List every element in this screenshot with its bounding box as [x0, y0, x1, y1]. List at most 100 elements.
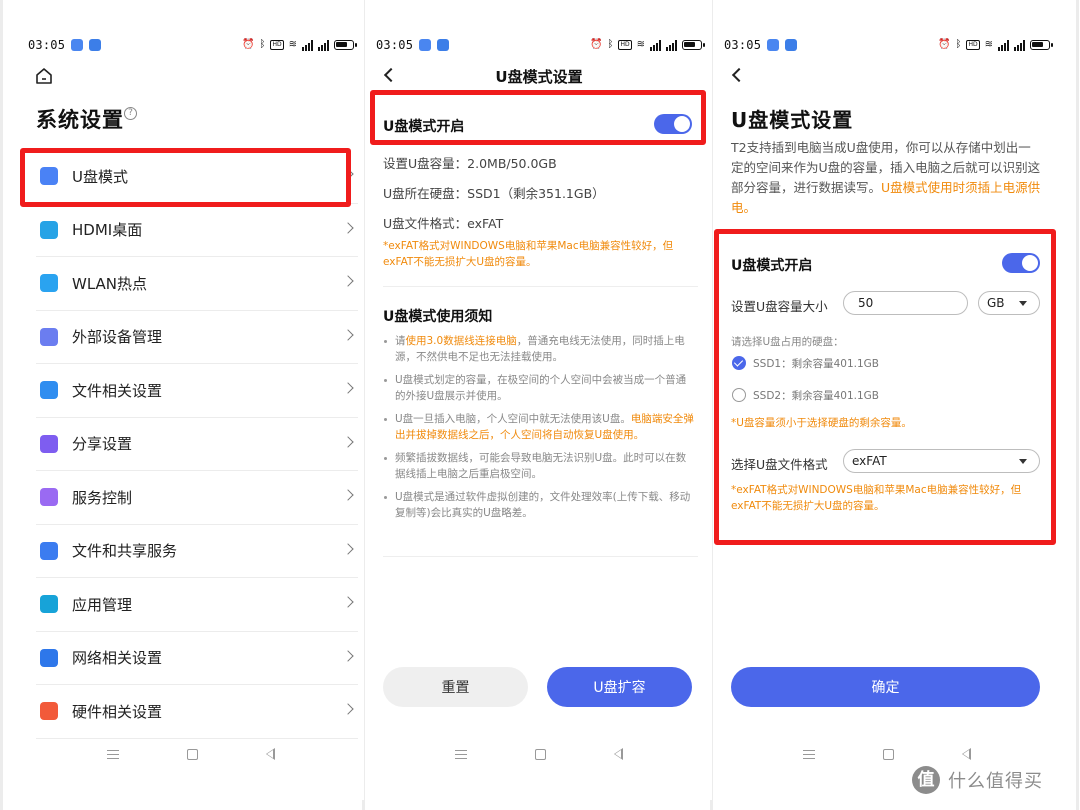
page-title: U盘模式设置: [731, 108, 854, 132]
menu-item-label: HDMI桌面: [72, 221, 143, 240]
status-bar: 03:05 ⏰ ᛒ HD ≋: [724, 36, 1053, 54]
nav-back-icon[interactable]: [266, 748, 275, 760]
signal-icon: [650, 39, 661, 51]
notice-item: U盘一旦插入电脑，个人空间中就无法使用该U盘。电脑端安全弹出并拔掉数据线之后，个…: [383, 412, 695, 443]
battery-icon: [682, 40, 705, 50]
alarm-icon: ⏰: [242, 39, 255, 50]
usb-mode-toggle[interactable]: [654, 114, 692, 134]
recent-apps-icon[interactable]: [107, 749, 119, 759]
format-info: U盘文件格式：exFAT: [383, 216, 504, 231]
menu-item-label: 分享设置: [72, 435, 133, 454]
back-arrow-icon[interactable]: [731, 67, 747, 83]
menu-item[interactable]: 服务控制: [36, 471, 358, 525]
disk-radio-ssd1[interactable]: [732, 356, 746, 370]
usb-mode-toggle-label: U盘模式开启: [383, 119, 465, 135]
menu-item[interactable]: HDMI桌面: [36, 204, 358, 257]
capacity-size-value: 50: [858, 296, 874, 310]
signal-icon: [318, 39, 329, 51]
alarm-icon: ⏰: [938, 39, 951, 50]
watermark-text: 什么值得买: [948, 771, 1043, 792]
battery-icon: [334, 40, 357, 50]
chevron-right-icon: [342, 650, 354, 662]
nav-home-icon[interactable]: [535, 748, 546, 760]
menu-item[interactable]: 网络相关设置: [36, 632, 358, 685]
toggle-service-icon: [40, 488, 58, 507]
hd-icon: HD: [270, 40, 284, 50]
home-icon[interactable]: [34, 66, 54, 86]
navigation-bar: [18, 744, 364, 764]
chevron-right-icon: [342, 329, 354, 341]
menu-item[interactable]: U盘模式: [36, 150, 358, 204]
chevron-right-icon: [342, 275, 354, 287]
notice-item: U盘模式是通过软件虚拟创建的，文件处理效率(上传下载、移动复制等)会比真实的U盘…: [383, 490, 695, 521]
recent-apps-icon[interactable]: [455, 749, 467, 759]
wifi-icon: ≋: [288, 39, 297, 50]
divider: [383, 556, 698, 557]
devices-icon: [40, 327, 58, 346]
menu-item[interactable]: 文件和共享服务: [36, 525, 358, 578]
battery-icon: [1030, 40, 1053, 50]
menu-item[interactable]: 硬件相关设置: [36, 685, 358, 739]
menu-item-label: WLAN热点: [72, 274, 148, 293]
capacity-unit-select[interactable]: GB: [978, 291, 1040, 315]
notification-app-icon: [785, 39, 798, 51]
menu-item[interactable]: WLAN热点: [36, 257, 358, 311]
confirm-button[interactable]: 确定: [731, 667, 1040, 707]
page-title: U盘模式设置: [495, 68, 583, 86]
disk-info: U盘所在硬盘：SSD1（剩余351.1GB）: [383, 186, 605, 201]
usb-mode-setup-screen: 03:05 ⏰ ᛒ HD ≋ U盘模式设置 T2支持插到电脑当成U盘使用，你可以…: [714, 0, 1060, 800]
share-icon: [40, 434, 58, 453]
notification-app-icon: [89, 39, 102, 51]
hardware-grid-icon: [40, 702, 58, 721]
status-time: 03:05: [28, 38, 66, 52]
usb-mode-description: T2支持插到电脑当成U盘使用，你可以从存储中划出一定的空间来作为U盘的容量，插入…: [731, 138, 1043, 218]
nav-home-icon[interactable]: [187, 748, 198, 760]
notice-list: 请使用3.0数据线连接电脑，普通充电线无法使用，同时插上电源，不然供电不足也无法…: [383, 334, 695, 529]
settings-menu: U盘模式 HDMI桌面 WLAN热点外部设备管理 文件相关设置分享设置服务控制 文件和共…: [36, 150, 358, 739]
reset-button[interactable]: 重置: [383, 667, 528, 707]
question-circle-icon[interactable]: ?: [124, 107, 137, 120]
bluetooth-icon: ᛒ: [955, 39, 962, 50]
chevron-right-icon: [342, 703, 354, 715]
nav-back-icon[interactable]: [962, 748, 971, 760]
notice-title: U盘模式使用须知: [383, 309, 493, 325]
capacity-size-label: 设置U盘容量大小: [731, 299, 828, 314]
usb-mode-toggle[interactable]: [1002, 253, 1040, 273]
chevron-right-icon: [342, 596, 354, 608]
capacity-size-input[interactable]: 50: [843, 291, 968, 315]
signal-icon: [998, 39, 1009, 51]
nav-home-icon[interactable]: [883, 748, 894, 760]
file-format-select[interactable]: exFAT: [843, 449, 1040, 473]
chevron-right-icon: [342, 222, 354, 234]
recent-apps-icon[interactable]: [803, 749, 815, 759]
menu-item[interactable]: 文件相关设置: [36, 364, 358, 418]
chevron-right-icon: [342, 382, 354, 394]
capacity-note: *U盘容量须小于选择硬盘的剩余容量。: [731, 417, 912, 429]
menu-item[interactable]: 应用管理: [36, 578, 358, 632]
nav-back-icon[interactable]: [614, 748, 623, 760]
chevron-down-icon: [1019, 301, 1027, 306]
hd-icon: HD: [966, 40, 980, 50]
file-format-label: 选择U盘文件格式: [731, 457, 828, 472]
disk-option-label: SSD2：剩余容量401.1GB: [753, 390, 879, 402]
menu-item-label: 应用管理: [72, 595, 133, 614]
signal-icon: [666, 39, 677, 51]
disk-radio-ssd2[interactable]: [732, 388, 746, 402]
watermark-logo-icon: 值: [912, 766, 940, 794]
bluetooth-icon: ᛒ: [607, 39, 614, 50]
notice-text: 频繁插拔数据线，可能会导致电脑无法识别U盘。此时可以在数据线插上电脑之后重启极空…: [395, 452, 687, 480]
notice-text: U盘模式划定的容量，在极空间的个人空间中会被当成一个普通的外接U盘展示并使用。: [395, 374, 687, 402]
monitor-icon: [40, 220, 58, 239]
expand-usb-button[interactable]: U盘扩容: [547, 667, 692, 707]
file-settings-icon: [40, 381, 58, 400]
divider: [383, 286, 698, 287]
alarm-icon: ⏰: [590, 39, 603, 50]
status-bar: 03:05 ⏰ ᛒ HD ≋: [28, 36, 357, 54]
usb-mode-settings-screen: 03:05 ⏰ ᛒ HD ≋ U盘模式设置 U盘模式开启 设置U盘容量：2.0M…: [366, 0, 712, 800]
page-title: 系统设置: [36, 108, 124, 132]
hd-icon: HD: [618, 40, 632, 50]
menu-item[interactable]: 分享设置: [36, 418, 358, 471]
menu-item-label: U盘模式: [72, 167, 128, 186]
capacity-info: 设置U盘容量：2.0MB/50.0GB: [383, 156, 557, 171]
menu-item[interactable]: 外部设备管理: [36, 311, 358, 364]
